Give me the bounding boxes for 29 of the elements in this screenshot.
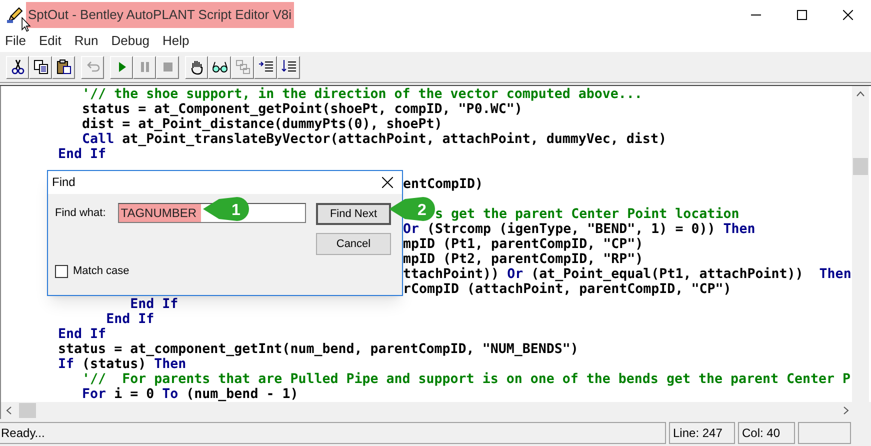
code-line: mpID (Pt1, parentCompID, "CP") [403,237,644,252]
code-line: Or (Strcomp (igenType, "BEND", 1) = 0)) Then [403,222,756,237]
code-line: End If [105,312,154,327]
code-line: s get the parent Center Point location [435,207,740,222]
numbered-callout-tooltip: 2 [389,197,437,221]
code-line: entCompID) [403,177,484,192]
code-line: End If [57,327,106,342]
checkbox-label: Match case [73,264,130,279]
column-number: Col: 40 [738,422,795,444]
code-line: End If [57,147,106,162]
code-line: '// For parents that are Pulled Pipe and support is on one of the bends get the parent Center P [81,372,851,387]
window-title: SptOut - Bentley AutoPLANT Script Editor V8i [26,2,294,28]
code-line: status = at_Component_getPoint(shoePt, compID, "P0.WC") [81,102,522,117]
code-line: status = at_component_getInt(num_bend, parentCompID, "NUM_BENDS") [57,342,578,357]
code-line: dist = at_Point_distance(dummyPts(0), shoePt) [81,117,442,132]
code-line: ttachPoint)) Or (at_Point_equal(Pt1, attachPoint)) Then [403,267,852,282]
code-line: Call at_Point_translateByVector(attachPoint, attachPoint, dummyVec, dist) [81,132,666,147]
status-message: Ready... [0,422,666,444]
code-line: '// the shoe support, in the direction of the vector computed above... [81,87,642,102]
code-line: End If [129,297,178,312]
dialog-title: Find [52,175,76,190]
code-line: If (status) Then [57,357,186,372]
code-line: rCompID (attachPoint, parentCompID, "CP") [403,282,732,297]
field-label: Find what: [55,206,106,220]
code-line: mpID (Pt2, parentCompID, "RP") [403,252,644,267]
numbered-callout-tooltip: 1 [203,197,251,221]
code-line: For i = 0 To (num_bend - 1) [81,387,298,402]
field-value: TAGNUMBER [118,204,201,222]
line-number: Line: 247 [669,422,735,444]
